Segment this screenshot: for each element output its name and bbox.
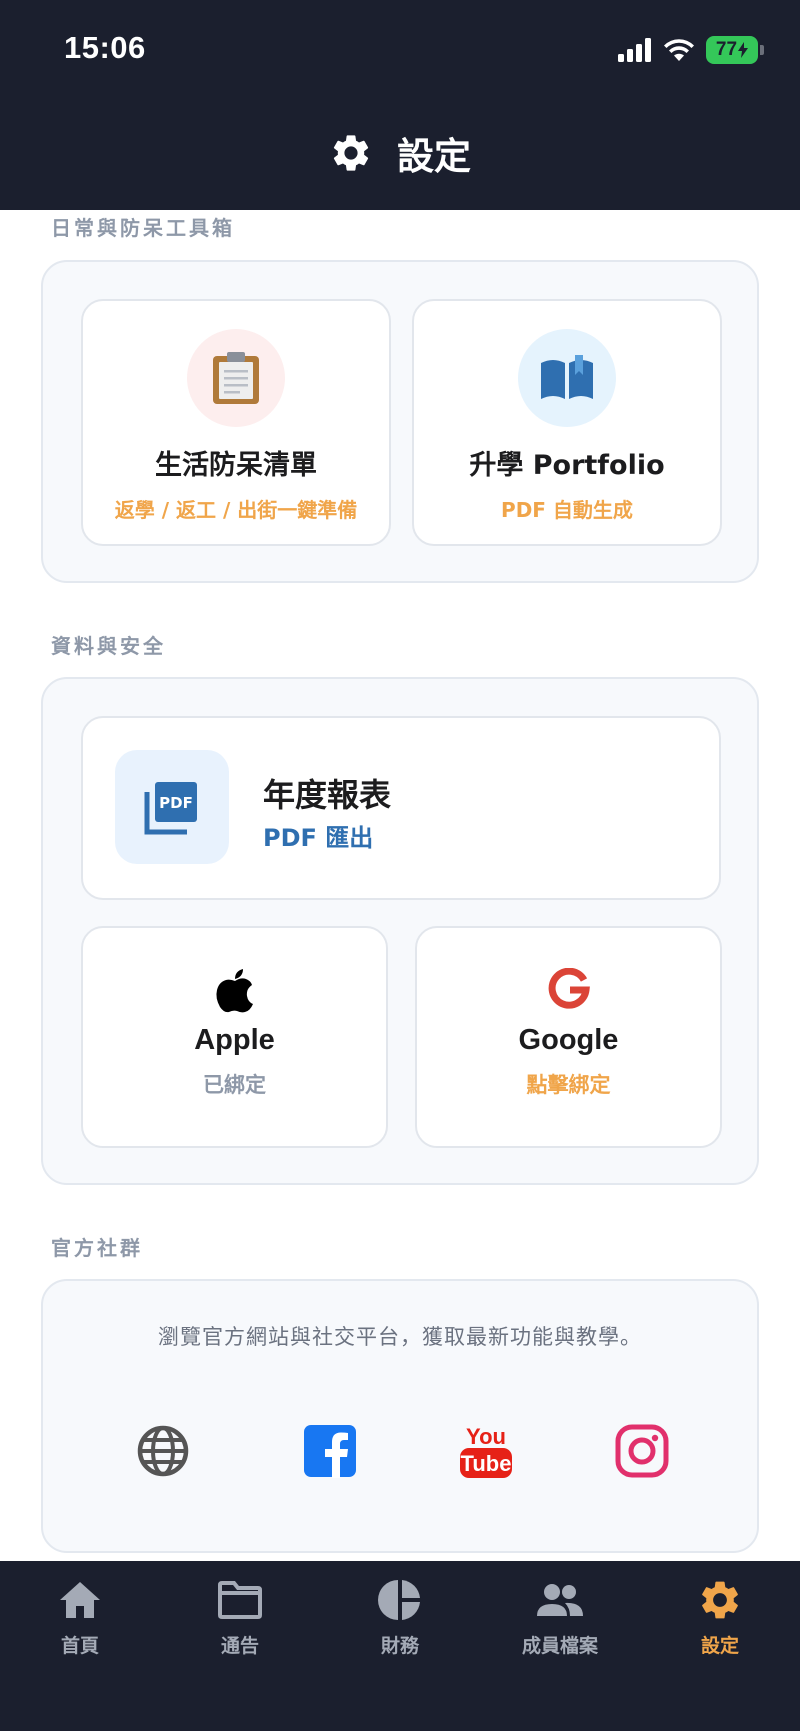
home-icon <box>60 1582 100 1618</box>
pie-chart-icon <box>378 1580 420 1620</box>
youtube-icon: You Tube <box>460 1424 512 1478</box>
status-time: 15:06 <box>64 30 146 65</box>
apple-login-card[interactable]: Apple 已綁定 <box>81 926 388 1148</box>
report-subtitle: PDF 匯出 <box>263 824 374 852</box>
google-title: Google <box>518 1024 619 1056</box>
section-label-data-security: 資料與安全 <box>51 634 166 658</box>
apple-title: Apple <box>194 1024 275 1056</box>
gear-icon <box>702 1581 738 1619</box>
gear-icon <box>333 135 369 171</box>
checklist-title: 生活防呆清單 <box>155 450 317 481</box>
pdf-icon-bg: PDF <box>115 750 229 864</box>
toolbox-panel: 生活防呆清單 返學 / 返工 / 出街一鍵準備 升學 Portfolio PDF… <box>41 260 759 583</box>
book-icon-bg <box>518 329 616 427</box>
open-book-icon <box>541 355 593 399</box>
annual-report-card[interactable]: PDF 年度報表 PDF 匯出 <box>81 716 721 900</box>
instagram-link[interactable] <box>612 1421 672 1481</box>
tab-settings[interactable]: 設定 <box>650 1577 790 1658</box>
battery-indicator: 77 <box>706 36 758 64</box>
youtube-text-top: You <box>466 1424 506 1449</box>
charging-bolt-icon <box>738 42 749 58</box>
tab-members[interactable]: 成員檔案 <box>490 1577 630 1658</box>
tab-notices[interactable]: 通告 <box>170 1577 310 1658</box>
tab-home-label: 首頁 <box>60 1635 99 1657</box>
clipboard-icon <box>213 352 259 404</box>
top-header: 15:06 77 設定 <box>0 0 800 210</box>
battery-level: 77 <box>715 39 738 60</box>
tab-settings-label: 設定 <box>700 1635 739 1657</box>
portfolio-title: 升學 Portfolio <box>469 450 665 481</box>
tab-notices-label: 通告 <box>220 1635 259 1657</box>
data-security-panel: PDF 年度報表 PDF 匯出 Apple 已綁定 Google 點擊綁定 <box>41 677 759 1185</box>
page-title-wrap: 設定 <box>0 126 800 180</box>
battery-cap <box>760 45 764 55</box>
portfolio-card[interactable]: 升學 Portfolio PDF 自動生成 <box>412 299 722 546</box>
section-label-community: 官方社群 <box>51 1236 143 1260</box>
youtube-link[interactable]: You Tube <box>456 1421 516 1481</box>
portfolio-subtitle: PDF 自動生成 <box>501 498 633 522</box>
pdf-icon: PDF <box>144 782 197 835</box>
apple-icon-wrap <box>215 964 255 1014</box>
facebook-icon <box>304 1425 356 1478</box>
google-icon-wrap <box>548 964 590 1014</box>
apple-status: 已綁定 <box>203 1073 266 1097</box>
tab-finance[interactable]: 財務 <box>330 1577 470 1658</box>
social-links-row: You Tube <box>43 1421 757 1481</box>
website-link[interactable] <box>133 1421 193 1481</box>
section-label-toolbox: 日常與防呆工具箱 <box>51 216 235 240</box>
tab-members-label: 成員檔案 <box>521 1635 598 1657</box>
people-icon <box>537 1584 583 1616</box>
bottom-tab-bar: 首頁 通告 財務 成員檔案 設定 <box>0 1561 800 1731</box>
checklist-subtitle: 返學 / 返工 / 出街一鍵準備 <box>114 498 358 522</box>
apple-icon <box>215 969 253 1013</box>
globe-icon <box>137 1425 189 1477</box>
community-description: 瀏覽官方網站與社交平台，獲取最新功能與教學。 <box>158 1325 642 1349</box>
checklist-card[interactable]: 生活防呆清單 返學 / 返工 / 出街一鍵準備 <box>81 299 391 546</box>
page-title: 設定 <box>397 135 471 178</box>
tab-home[interactable]: 首頁 <box>10 1577 150 1658</box>
facebook-link[interactable] <box>300 1421 360 1481</box>
google-icon <box>548 968 590 1009</box>
status-icons: 77 <box>618 36 764 64</box>
google-login-card[interactable]: Google 點擊綁定 <box>415 926 722 1148</box>
instagram-icon <box>615 1424 669 1478</box>
google-status: 點擊綁定 <box>526 1073 611 1097</box>
tab-finance-label: 財務 <box>380 1635 419 1657</box>
report-title: 年度報表 <box>263 776 392 814</box>
wifi-icon <box>664 39 694 61</box>
youtube-text-bottom: Tube <box>461 1451 512 1476</box>
community-panel: 瀏覽官方網站與社交平台，獲取最新功能與教學。 You Tube <box>41 1279 759 1553</box>
signal-icon <box>618 38 651 62</box>
svg-text:PDF: PDF <box>159 794 193 812</box>
clipboard-icon-bg <box>187 329 285 427</box>
folder-icon <box>218 1581 262 1619</box>
